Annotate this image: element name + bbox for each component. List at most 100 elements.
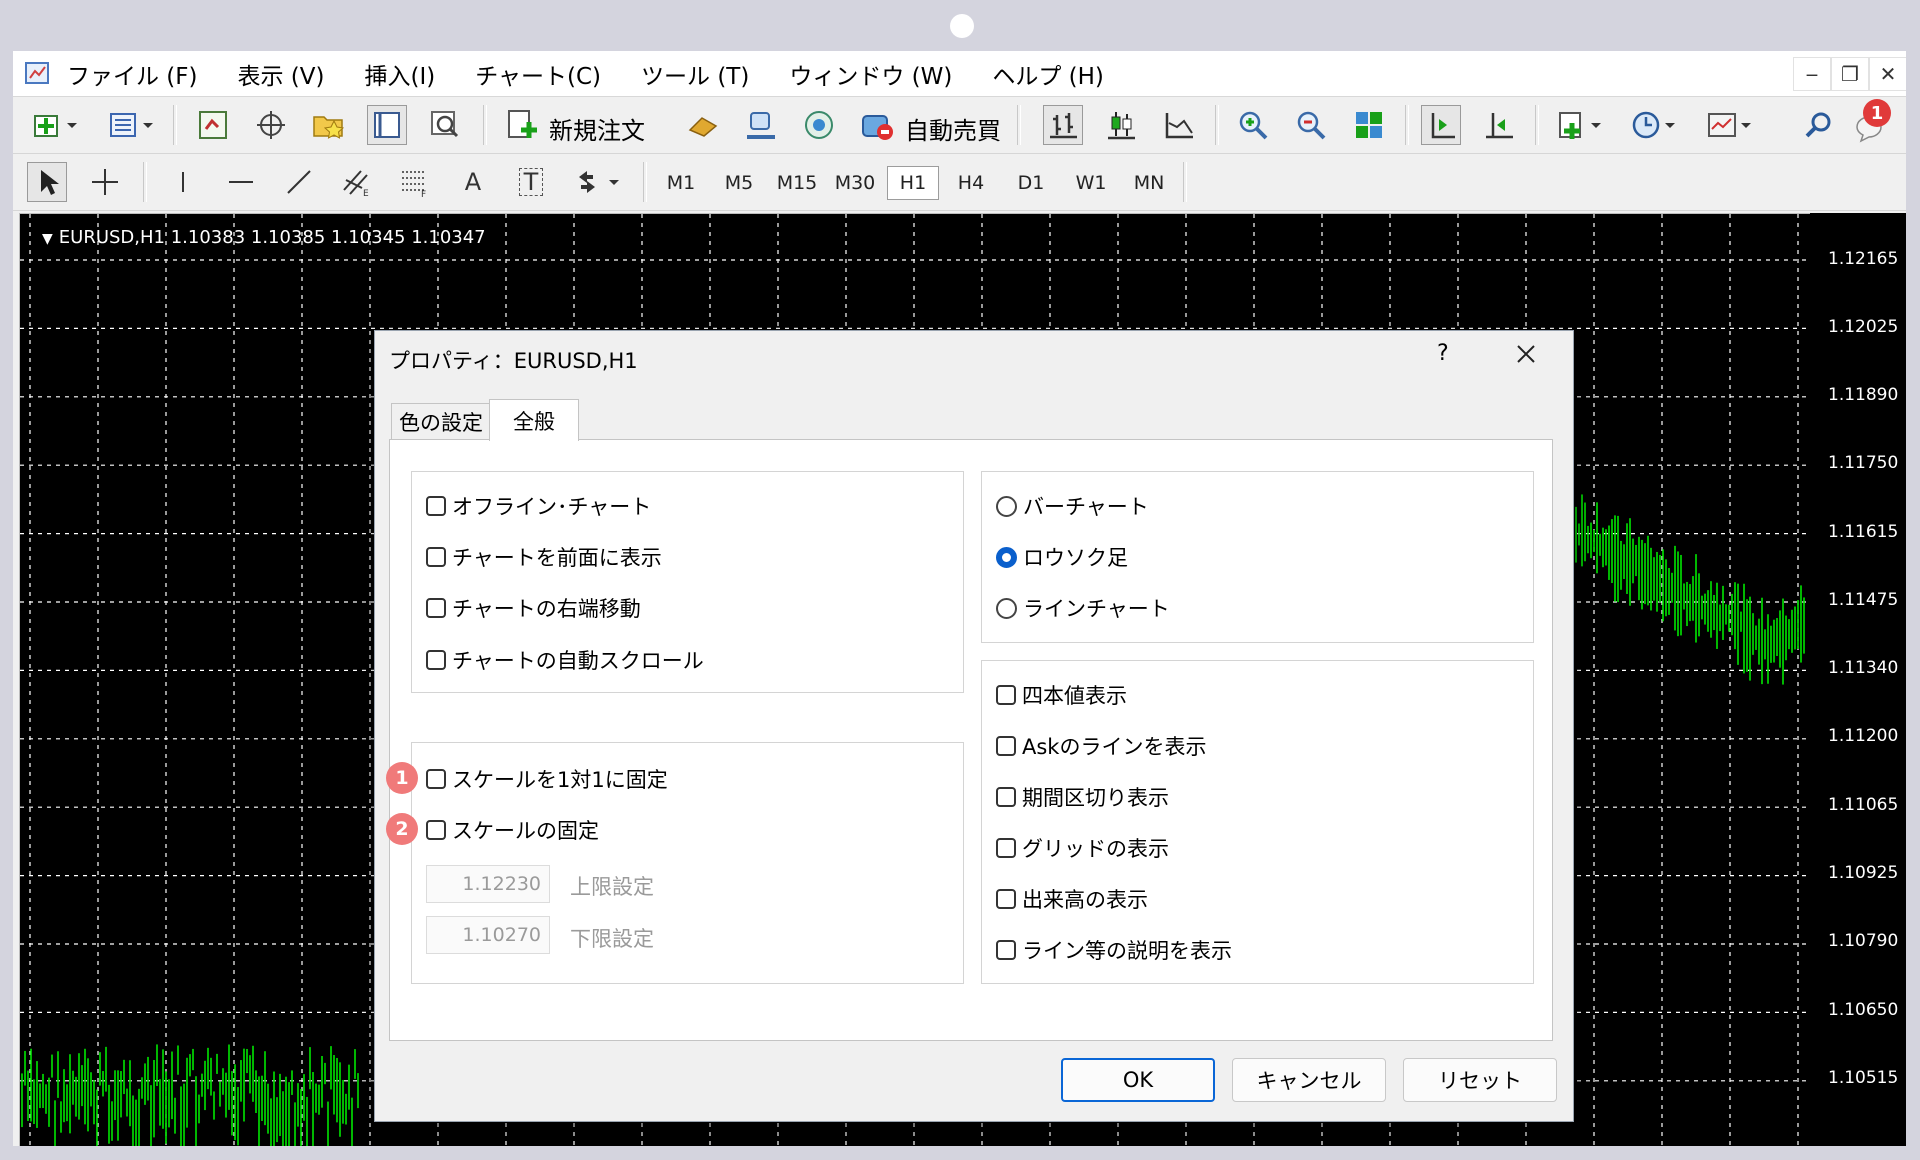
auto-scroll-checkbox[interactable] [426, 650, 446, 670]
scale-fix-1to1-option[interactable]: スケールを1対1に固定 [426, 763, 668, 795]
tab-colors[interactable]: 色の設定 [391, 403, 491, 439]
auto-scroll-label: チャートの自動スクロール [452, 649, 704, 673]
cancel-button[interactable]: キャンセル [1232, 1058, 1386, 1102]
ok-button[interactable]: OK [1061, 1058, 1215, 1102]
timeframe-w1[interactable]: W1 [1065, 166, 1117, 200]
timeframe-d1[interactable]: D1 [1005, 166, 1057, 200]
auto-scroll-button[interactable] [1421, 105, 1461, 145]
text-button[interactable]: A [453, 162, 493, 202]
cursor-button[interactable] [27, 162, 67, 202]
line-chart-radio[interactable] [996, 597, 1017, 619]
menu-view[interactable]: 表示 (V) [238, 57, 325, 91]
timeframe-h4[interactable]: H4 [945, 166, 997, 200]
menu-help[interactable]: ヘルプ (H) [992, 57, 1104, 91]
object-descriptions-checkbox[interactable] [996, 940, 1016, 960]
trendline-button[interactable] [279, 162, 319, 202]
line-chart-option[interactable]: ラインチャート [996, 592, 1170, 624]
timeframe-m1[interactable]: M1 [655, 166, 707, 200]
arrows-button[interactable] [569, 162, 629, 202]
scale-fix-option[interactable]: スケールの固定 [426, 814, 599, 846]
menu-window[interactable]: ウィンドウ (W) [789, 57, 952, 91]
search-button[interactable] [1799, 105, 1839, 145]
object-descriptions-option[interactable]: ライン等の説明を表示 [996, 934, 1232, 966]
signals-button[interactable] [741, 105, 781, 145]
menu-chart[interactable]: チャート(C) [475, 57, 601, 91]
scale-fix-1to1-checkbox[interactable] [426, 769, 446, 789]
crosshair-button[interactable] [85, 162, 125, 202]
new-order-label[interactable]: 新規注文 [549, 111, 645, 146]
bar-chart-radio[interactable] [996, 495, 1017, 517]
horizontal-line-button[interactable] [221, 162, 261, 202]
fibonacci-button[interactable]: F [395, 162, 435, 202]
bar-chart-option[interactable]: バーチャート [996, 490, 1149, 522]
timeframe-m5[interactable]: M5 [713, 166, 765, 200]
ask-line-checkbox[interactable] [996, 736, 1016, 756]
ohlc-option[interactable]: 四本値表示 [996, 679, 1127, 711]
volume-option[interactable]: 出来高の表示 [996, 883, 1148, 915]
period-separators-option[interactable]: 期間区切り表示 [996, 781, 1169, 813]
chart-shift-checkbox[interactable] [426, 598, 446, 618]
vertical-line-button[interactable] [163, 162, 203, 202]
templates-button[interactable] [1703, 105, 1759, 145]
auto-scroll-option[interactable]: チャートの自動スクロール [426, 644, 704, 676]
grid-checkbox[interactable] [996, 838, 1016, 858]
line-chart-button[interactable] [1159, 105, 1199, 145]
candlestick-radio[interactable] [996, 546, 1017, 568]
close-window-button[interactable]: ✕ [1869, 57, 1906, 91]
text-label-button[interactable]: T [511, 162, 551, 202]
restore-button[interactable]: ❐ [1831, 57, 1869, 91]
offline-chart-option[interactable]: オフライン･チャート [426, 490, 651, 522]
offline-chart-checkbox[interactable] [426, 496, 446, 516]
toolbar-separator [1405, 105, 1409, 145]
auto-trade-button[interactable] [857, 105, 897, 145]
tile-windows-button[interactable] [1349, 105, 1389, 145]
strategy-tester-button[interactable] [425, 105, 465, 145]
bar-chart-button[interactable] [1043, 105, 1083, 145]
grid-option[interactable]: グリッドの表示 [996, 832, 1169, 864]
periods-button[interactable] [1627, 105, 1683, 145]
dialog-close-icon[interactable] [1509, 337, 1543, 371]
chart-foreground-option[interactable]: チャートを前面に表示 [426, 541, 662, 573]
navigator-button[interactable] [309, 105, 349, 145]
profiles-button[interactable] [103, 105, 159, 145]
price-scale[interactable]: 1.12165 1.12025 1.11890 1.11750 1.11615 … [1810, 213, 1906, 1146]
chart-shift-option[interactable]: チャートの右端移動 [426, 592, 641, 624]
market-button[interactable] [799, 105, 839, 145]
minimize-button[interactable]: ‒ [1793, 57, 1831, 91]
new-chart-button[interactable] [27, 105, 83, 145]
chart-foreground-checkbox[interactable] [426, 547, 446, 567]
new-order-button[interactable] [503, 105, 543, 145]
reset-button[interactable]: リセット [1403, 1058, 1557, 1102]
ask-line-option[interactable]: Askのラインを表示 [996, 730, 1206, 762]
chart-shift-button[interactable] [1479, 105, 1519, 145]
volume-checkbox[interactable] [996, 889, 1016, 909]
toolbar-separator [1017, 105, 1021, 145]
auto-trade-label[interactable]: 自動売買 [905, 111, 1001, 146]
collapse-triangle-icon[interactable]: ▼ [42, 231, 53, 247]
timeframe-mn[interactable]: MN [1123, 166, 1175, 200]
gold-button[interactable] [683, 105, 723, 145]
help-button[interactable]: ? [1437, 341, 1449, 366]
notifications-button[interactable]: 1 [1851, 99, 1891, 145]
timeframe-m15[interactable]: M15 [771, 166, 823, 200]
menu-file[interactable]: ファイル (F) [67, 57, 198, 91]
timeframe-m30[interactable]: M30 [829, 166, 881, 200]
menu-tools[interactable]: ツール (T) [641, 57, 749, 91]
data-window-button[interactable] [251, 105, 291, 145]
candlestick-option[interactable]: ロウソク足 [996, 541, 1128, 573]
market-watch-button[interactable] [193, 105, 233, 145]
scale-fix-checkbox[interactable] [426, 820, 446, 840]
period-separators-checkbox[interactable] [996, 787, 1016, 807]
candlestick-chart-button[interactable] [1101, 105, 1141, 145]
zoom-in-button[interactable] [1233, 105, 1273, 145]
scale-upper-input[interactable]: 1.12230 [426, 865, 550, 903]
equidistant-channel-button[interactable]: E [337, 162, 377, 202]
terminal-button[interactable] [367, 105, 407, 145]
indicators-button[interactable] [1553, 105, 1609, 145]
ohlc-checkbox[interactable] [996, 685, 1016, 705]
scale-lower-input[interactable]: 1.10270 [426, 916, 550, 954]
tab-general[interactable]: 全般 [489, 399, 579, 441]
menu-insert[interactable]: 挿入(I) [365, 57, 436, 91]
zoom-out-button[interactable] [1291, 105, 1331, 145]
timeframe-h1[interactable]: H1 [887, 166, 939, 200]
